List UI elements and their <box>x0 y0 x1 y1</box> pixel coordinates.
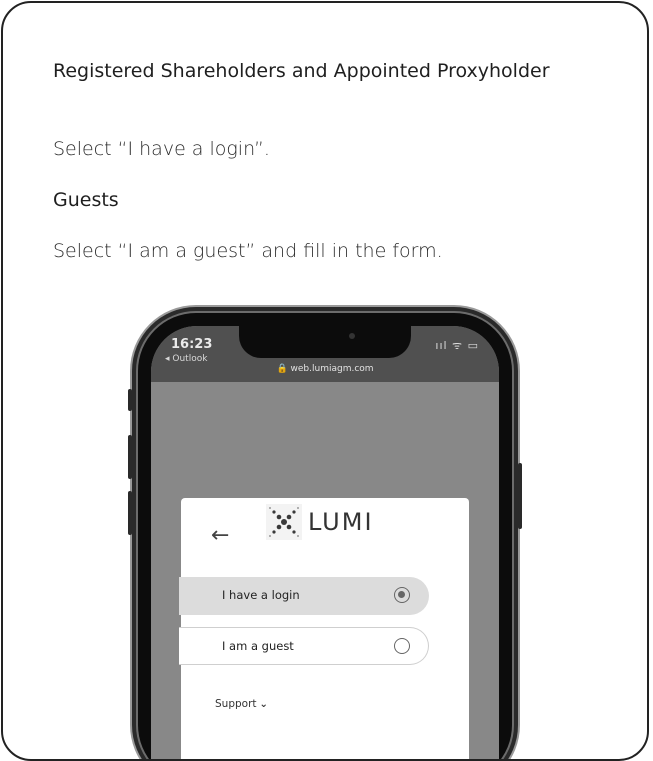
lumi-logo: LUMI <box>266 504 374 540</box>
lumi-logo-mark-icon <box>266 504 302 540</box>
phone-screen: 16:23 ◂ Outlook ııl ᯤ ▭ 🔒 web.lumiagm.co… <box>151 326 499 759</box>
address-bar-url[interactable]: 🔒 web.lumiagm.com <box>151 364 499 374</box>
lumi-logo-text: LUMI <box>308 508 374 536</box>
instruction-card: Registered Shareholders and Appointed Pr… <box>1 1 649 761</box>
option-have-login-label: I have a login <box>222 588 300 602</box>
phone-power-button <box>518 463 522 529</box>
phone-notch <box>239 326 411 358</box>
phone-volume-down <box>128 491 132 535</box>
camera-icon <box>349 333 355 339</box>
heading-registered-shareholders: Registered Shareholders and Appointed Pr… <box>53 60 550 82</box>
phone-volume-up <box>128 435 132 479</box>
radio-unselected-icon[interactable] <box>394 638 410 654</box>
radio-selected-icon[interactable] <box>394 587 410 603</box>
option-guest[interactable]: I am a guest <box>179 627 429 665</box>
signal-wifi-battery-icon: ııl ᯤ ▭ <box>435 339 479 352</box>
step-login-instruction: Select “I have a login”. <box>53 138 270 160</box>
back-arrow-icon[interactable]: ← <box>211 525 229 547</box>
heading-guests: Guests <box>53 189 119 211</box>
option-have-login[interactable]: I have a login <box>179 577 429 615</box>
step-guest-instruction: Select “I am a guest” and fill in the fo… <box>53 240 443 262</box>
phone-mute-switch <box>128 389 132 411</box>
option-guest-label: I am a guest <box>222 639 294 653</box>
phone-mockup: 16:23 ◂ Outlook ııl ᯤ ▭ 🔒 web.lumiagm.co… <box>128 313 522 759</box>
back-to-outlook-link[interactable]: ◂ Outlook <box>165 354 207 364</box>
status-time: 16:23 <box>171 337 213 352</box>
chevron-down-icon: ⌄ <box>259 699 268 710</box>
support-label: Support <box>215 698 257 710</box>
lumi-login-card: ← LUMI I have a login I am a guest Suppo… <box>179 498 469 759</box>
support-dropdown[interactable]: Support ⌄ <box>215 698 268 710</box>
